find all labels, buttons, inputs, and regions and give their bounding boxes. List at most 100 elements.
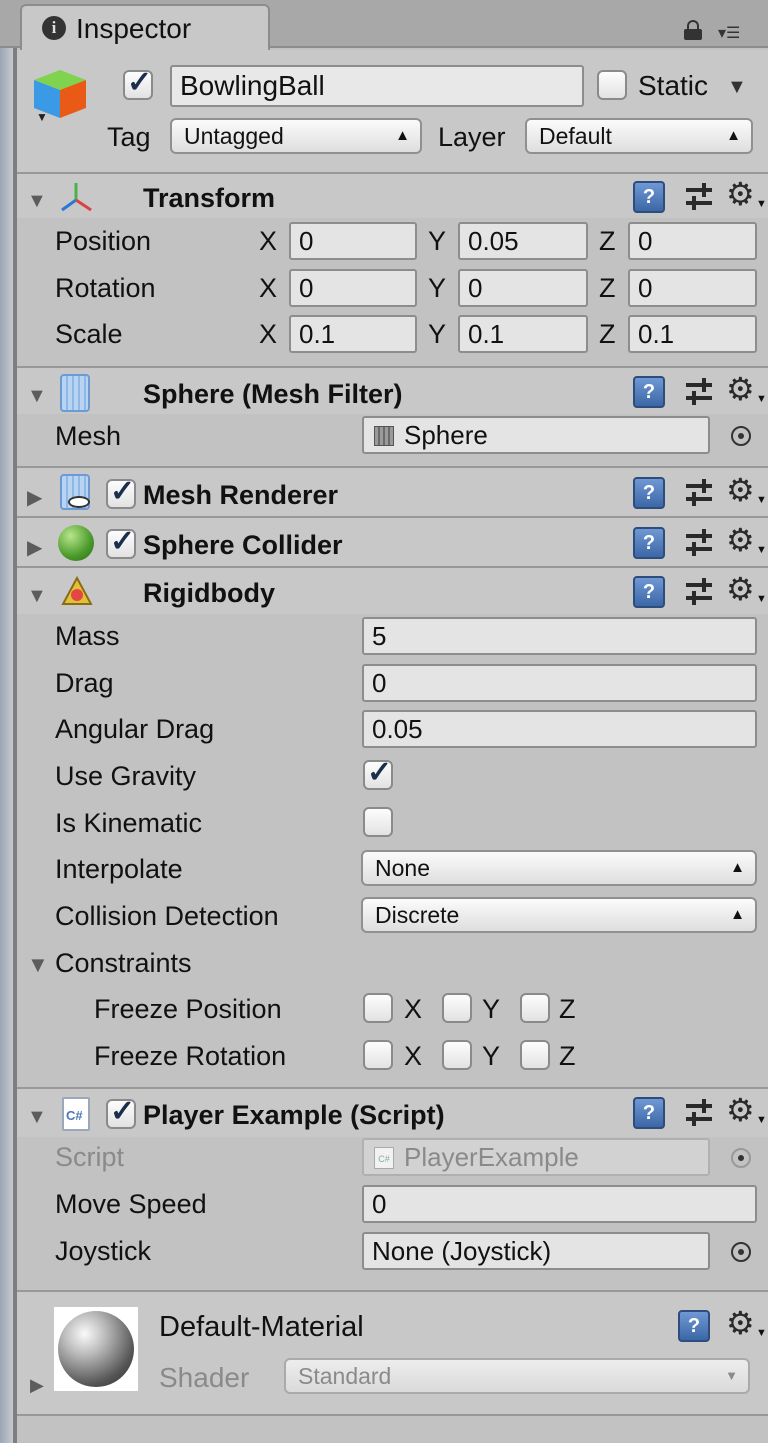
scale-y-field[interactable]: 0.1	[458, 315, 588, 353]
move-speed-field[interactable]: 0	[362, 1185, 757, 1223]
foldout-expanded-icon[interactable]: ▼	[27, 385, 47, 408]
help-icon[interactable]: ?	[633, 527, 665, 559]
foldout-collapsed-icon[interactable]: ▶	[27, 535, 42, 560]
gear-dropdown-icon: ▼	[756, 593, 767, 605]
object-picker-icon[interactable]	[731, 426, 751, 446]
mesh-small-icon	[374, 426, 394, 446]
gear-dropdown-icon: ▼	[756, 198, 767, 210]
interpolate-dropdown[interactable]: None ▲	[361, 850, 757, 886]
axis-y-label: Y	[482, 994, 501, 1024]
is-kinematic-checkbox[interactable]	[363, 807, 393, 837]
angular-drag-field[interactable]: 0.05	[362, 710, 757, 748]
position-x-field[interactable]: 0	[289, 222, 417, 260]
gear-icon[interactable]: ⚙	[726, 1307, 755, 1339]
presets-icon[interactable]	[684, 377, 714, 407]
lock-icon[interactable]	[684, 20, 702, 40]
rotation-y-field[interactable]: 0	[458, 269, 588, 307]
foldout-expanded-icon[interactable]: ▼	[27, 1106, 47, 1129]
freeze-rotation-x-checkbox[interactable]	[363, 1040, 393, 1070]
mass-field[interactable]: 5	[362, 617, 757, 655]
checkmark-icon: ✓	[110, 1095, 136, 1128]
presets-icon[interactable]	[684, 577, 714, 607]
static-dropdown-arrow-icon[interactable]: ▼	[727, 76, 747, 99]
gear-icon[interactable]: ⚙	[726, 178, 755, 210]
dropdown-arrow-icon: ▲	[730, 906, 745, 923]
is-kinematic-label: Is Kinematic	[55, 808, 203, 838]
tab-menu-icon[interactable]: ▾☰	[718, 24, 756, 44]
mesh-object-field[interactable]: Sphere	[362, 416, 710, 454]
scale-x-field[interactable]: 0.1	[289, 315, 417, 353]
presets-icon[interactable]	[684, 478, 714, 508]
freeze-position-x-checkbox[interactable]	[363, 993, 393, 1023]
object-picker-icon[interactable]	[731, 1242, 751, 1262]
gear-icon[interactable]: ⚙	[726, 474, 755, 506]
help-icon[interactable]: ?	[678, 1310, 710, 1342]
gear-icon[interactable]: ⚙	[726, 573, 755, 605]
help-icon[interactable]: ?	[633, 576, 665, 608]
gear-dropdown-icon: ▼	[756, 544, 767, 556]
joystick-label: Joystick	[55, 1236, 152, 1266]
static-checkbox[interactable]	[597, 70, 627, 100]
script-value: PlayerExample	[404, 1142, 579, 1172]
rotation-label: Rotation	[55, 273, 156, 303]
freeze-position-y-checkbox[interactable]	[442, 993, 472, 1023]
scale-z-field[interactable]: 0.1	[628, 315, 757, 353]
foldout-collapsed-icon[interactable]: ▶	[27, 485, 42, 510]
layer-dropdown[interactable]: Default ▲	[525, 118, 753, 154]
rotation-x-field[interactable]: 0	[289, 269, 417, 307]
active-checkbox[interactable]: ✓	[123, 68, 153, 100]
tag-value: Untagged	[184, 123, 284, 149]
presets-icon[interactable]	[684, 1098, 714, 1128]
layer-value: Default	[539, 123, 612, 149]
checkmark-icon: ✓	[367, 756, 393, 789]
freeze-position-label: Freeze Position	[94, 994, 282, 1024]
material-sphere-icon	[58, 1311, 134, 1387]
foldout-expanded-icon[interactable]: ▼	[27, 952, 49, 978]
position-y-field[interactable]: 0.05	[458, 222, 588, 260]
inspector-footer	[17, 1416, 768, 1443]
sphere-collider-enabled-checkbox[interactable]: ✓	[106, 527, 136, 559]
object-name-field[interactable]: BowlingBall	[170, 65, 584, 107]
gear-icon[interactable]: ⚙	[726, 524, 755, 556]
axis-z-label: Z	[599, 273, 616, 303]
help-icon[interactable]: ?	[633, 376, 665, 408]
shader-dropdown[interactable]: Standard ▼	[284, 1358, 750, 1394]
foldout-expanded-icon[interactable]: ▼	[27, 585, 47, 608]
help-icon[interactable]: ?	[633, 477, 665, 509]
drag-field[interactable]: 0	[362, 664, 757, 702]
material-preview[interactable]	[54, 1307, 138, 1391]
gear-icon[interactable]: ⚙	[726, 373, 755, 405]
freeze-rotation-y-checkbox[interactable]	[442, 1040, 472, 1070]
rotation-z-field[interactable]: 0	[628, 269, 757, 307]
tab-inspector[interactable]: i Inspector	[20, 4, 270, 50]
foldout-expanded-icon[interactable]: ▼	[27, 190, 47, 213]
dropdown-arrow-icon: ▲	[395, 127, 410, 144]
tag-dropdown[interactable]: Untagged ▲	[170, 118, 422, 154]
scale-label: Scale	[55, 319, 123, 349]
help-icon[interactable]: ?	[633, 1097, 665, 1129]
mesh-renderer-enabled-checkbox[interactable]: ✓	[106, 475, 136, 509]
gear-dropdown-icon: ▼	[756, 494, 767, 506]
transform-icon	[58, 180, 94, 216]
gear-icon[interactable]: ⚙	[726, 1094, 755, 1126]
freeze-rotation-z-checkbox[interactable]	[520, 1040, 550, 1070]
dropdown-arrow-icon: ▼	[725, 1368, 738, 1383]
drag-label: Drag	[55, 668, 114, 698]
checkmark-icon: ✓	[110, 475, 136, 508]
position-z-field[interactable]: 0	[628, 222, 757, 260]
use-gravity-checkbox[interactable]: ✓	[363, 756, 393, 790]
collision-detection-value: Discrete	[375, 902, 460, 928]
joystick-object-field[interactable]: None (Joystick)	[362, 1232, 710, 1270]
freeze-position-z-checkbox[interactable]	[520, 993, 550, 1023]
presets-icon[interactable]	[684, 182, 714, 212]
csharp-script-icon: C#	[62, 1097, 90, 1131]
axis-y-label: Y	[428, 319, 447, 349]
interpolate-value: None	[375, 855, 430, 881]
tab-title: Inspector	[76, 13, 192, 44]
script-enabled-checkbox[interactable]: ✓	[106, 1095, 136, 1129]
collision-detection-dropdown[interactable]: Discrete ▲	[361, 897, 757, 933]
help-icon[interactable]: ?	[633, 181, 665, 213]
presets-icon[interactable]	[684, 528, 714, 558]
foldout-collapsed-icon[interactable]: ▶	[30, 1375, 44, 1396]
shader-label: Shader	[159, 1362, 250, 1393]
